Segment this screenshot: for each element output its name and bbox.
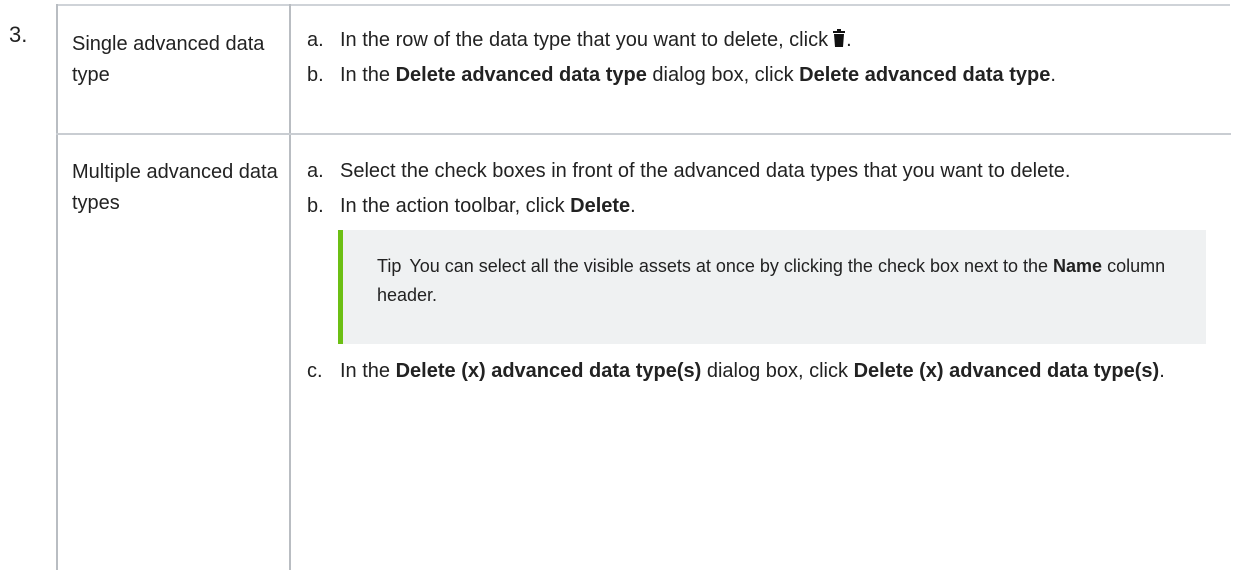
substep-list: a. Select the check boxes in front of th… xyxy=(307,156,1217,387)
substep-item: a. Select the check boxes in front of th… xyxy=(307,156,1217,187)
substep-letter: b. xyxy=(307,195,324,217)
substep-letter: a. xyxy=(307,160,324,182)
ui-term: Delete (x) advanced data type(s) xyxy=(853,360,1160,382)
row-label: Single advanced data type xyxy=(56,4,291,135)
substep-item: c. In the Delete (x) advanced data type(… xyxy=(307,356,1217,387)
substep-letter: a. xyxy=(307,29,324,51)
trash-icon xyxy=(832,26,846,47)
substep-text: . xyxy=(1159,360,1165,382)
ui-term: Delete advanced data type xyxy=(799,64,1051,86)
table-row: Single advanced data type a. In the row … xyxy=(56,4,1231,135)
substep-text: dialog box, click xyxy=(646,64,800,86)
substep-text: In the row of the data type that you wan… xyxy=(340,29,829,51)
tip-text: You can select all the visible assets at… xyxy=(409,256,1054,276)
substep-text: Select the check boxes in front of the a… xyxy=(340,160,1071,182)
substep-item: b. In the action toolbar, click Delete. … xyxy=(307,191,1217,344)
substep-text: In the action toolbar, click xyxy=(340,195,571,217)
ui-term: Delete (x) advanced data type(s) xyxy=(395,360,702,382)
substep-item: b. In the Delete advanced data type dial… xyxy=(307,60,1217,91)
substep-list: a. In the row of the data type that you … xyxy=(307,25,1217,91)
tip-callout: Tip You can select all the visible assets… xyxy=(338,230,1206,344)
row-steps: a. In the row of the data type that you … xyxy=(290,4,1231,135)
substep-text: In the xyxy=(340,64,396,86)
substep-text: . xyxy=(1050,64,1056,86)
substep-text: . xyxy=(630,195,636,217)
substep-letter: b. xyxy=(307,64,324,86)
substep-letter: c. xyxy=(307,360,323,382)
step-number: 3. xyxy=(9,22,28,47)
ui-term: Delete xyxy=(570,195,631,217)
substep-text: dialog box, click xyxy=(701,360,854,382)
row-steps: a. Select the check boxes in front of th… xyxy=(290,134,1231,570)
ui-term: Delete advanced data type xyxy=(395,64,647,86)
substep-text: . xyxy=(846,29,852,51)
table-row: Multiple advanced data types a. Select t… xyxy=(56,134,1231,570)
substep-text: In the xyxy=(340,360,396,382)
substep-item: a. In the row of the data type that you … xyxy=(307,25,1217,56)
ui-term: Name xyxy=(1053,256,1103,276)
tip-label: Tip xyxy=(377,256,402,276)
delete-options-table: Single advanced data type a. In the row … xyxy=(56,4,1231,570)
row-label: Multiple advanced data types xyxy=(56,134,291,570)
document-page: 3. Single advanced data type a. In the r… xyxy=(0,0,1234,572)
